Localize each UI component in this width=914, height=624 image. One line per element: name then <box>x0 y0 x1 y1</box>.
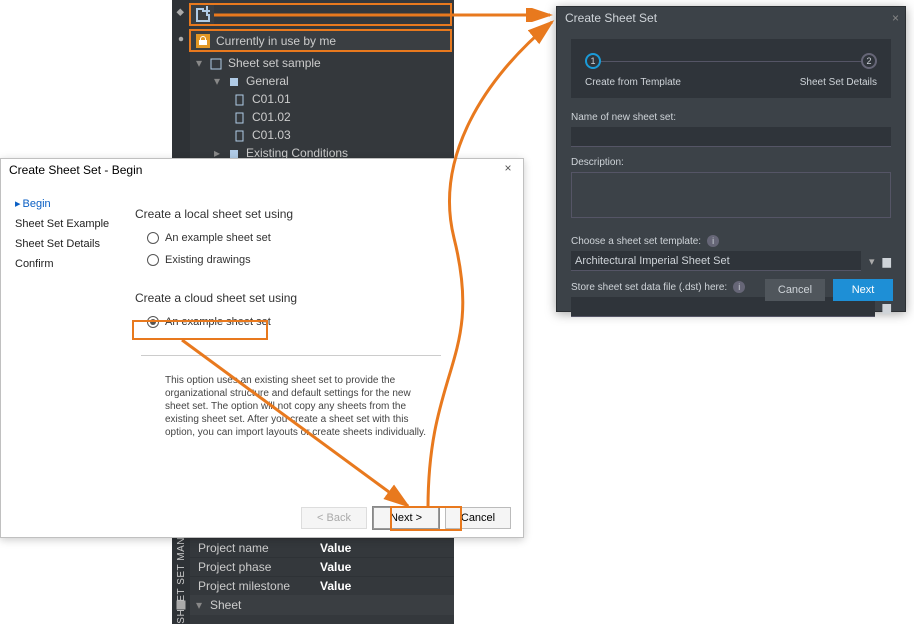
step-confirm[interactable]: Confirm <box>15 258 121 270</box>
wizard-stepper: 1 2 Create from Template Sheet Set Detai… <box>571 39 891 98</box>
tree-subset-general[interactable]: General <box>190 72 454 90</box>
radio-icon <box>147 254 159 266</box>
store-label: Store sheet set data file (.dst) here: <box>571 282 727 293</box>
sheet-set-name-input[interactable] <box>571 127 891 147</box>
subset-icon <box>228 146 240 158</box>
wizard-content: Create a local sheet set using An exampl… <box>121 183 523 503</box>
template-select[interactable] <box>571 251 861 271</box>
dialog-title: Create Sheet Set <box>565 11 657 25</box>
close-icon[interactable]: × <box>499 161 517 175</box>
sheet-set-tree[interactable]: Sheet set sample General C01.01 C01.02 C… <box>190 54 454 158</box>
dialog-title: Create Sheet Set - Begin <box>9 163 142 177</box>
in-use-label: Currently in use by me <box>216 34 336 48</box>
radio-icon <box>147 232 159 244</box>
prop-section-sheet[interactable]: Sheet <box>190 595 454 615</box>
step-node-2: 2 <box>861 53 877 69</box>
tree-sheet[interactable]: C01.01 <box>190 90 454 108</box>
sheet-set-properties: Project name Value Project phase Value P… <box>190 538 454 624</box>
next-button[interactable]: Next <box>833 279 893 301</box>
cancel-button[interactable]: Cancel <box>445 507 511 529</box>
template-label: Choose a sheet set template: <box>571 236 701 247</box>
dialog-buttons: Cancel Next <box>765 279 893 301</box>
tree-arrow-icon[interactable] <box>212 74 222 88</box>
tree-root[interactable]: Sheet set sample <box>190 54 454 72</box>
sheet-icon <box>234 92 246 106</box>
info-icon[interactable]: i <box>707 235 719 247</box>
sheet-icon <box>234 110 246 124</box>
back-button[interactable]: < Back <box>301 507 367 529</box>
tree-sheet[interactable]: C01.03 <box>190 126 454 144</box>
step-example[interactable]: Sheet Set Example <box>15 218 121 230</box>
tree-arrow-icon[interactable] <box>194 56 204 70</box>
radio-example-example-sheet-set-cloud[interactable]: An example sheet set <box>147 313 505 331</box>
wizard-steps-list: Begin Sheet Set Example Sheet Set Detail… <box>1 183 121 503</box>
info-icon[interactable]: i <box>733 281 745 293</box>
step-node-1: 1 <box>585 53 601 69</box>
vert-tab-item[interactable] <box>172 26 190 52</box>
sheet-set-icon <box>210 56 222 70</box>
tree-arrow-icon[interactable] <box>212 146 222 158</box>
next-button[interactable]: Next > <box>373 507 439 529</box>
step-label-2: Sheet Set Details <box>800 77 877 88</box>
create-sheet-set-begin-dialog: Create Sheet Set - Begin × Begin Sheet S… <box>0 158 524 538</box>
subset-icon <box>228 74 240 88</box>
prop-row[interactable]: Project phase Value <box>190 557 454 576</box>
sheet-icon <box>234 128 246 142</box>
description-label: Description: <box>571 157 891 168</box>
cancel-button[interactable]: Cancel <box>765 279 825 301</box>
tree-subset-existing[interactable]: Existing Conditions <box>190 144 454 158</box>
lock-icon <box>196 34 210 48</box>
prop-row[interactable]: Project name Value <box>190 538 454 557</box>
chevron-down-icon[interactable]: ▾ <box>869 255 875 268</box>
step-details[interactable]: Sheet Set Details <box>15 238 121 250</box>
panel-bottom-icon[interactable] <box>172 592 190 618</box>
create-sheet-set-button[interactable] <box>190 4 214 24</box>
browse-location-icon[interactable]: ▆ <box>883 301 891 314</box>
local-sheet-set-heading: Create a local sheet set using <box>135 207 505 221</box>
prop-row[interactable]: Project milestone Value <box>190 576 454 595</box>
name-label: Name of new sheet set: <box>571 112 891 123</box>
browse-template-icon[interactable]: ▆ <box>883 255 891 268</box>
close-icon[interactable]: × <box>892 11 899 25</box>
pin-icon[interactable] <box>172 0 190 26</box>
step-begin[interactable]: Begin <box>15 197 121 210</box>
option-explanation: This option uses an existing sheet set t… <box>141 355 441 439</box>
in-use-row[interactable]: Currently in use by me <box>190 30 452 52</box>
radio-icon <box>147 316 159 328</box>
chevron-down-icon <box>194 598 204 612</box>
dialog-title-bar: Create Sheet Set × <box>557 7 905 31</box>
dialog-buttons: < Back Next > Cancel <box>301 507 511 529</box>
radio-example-sheet-set-local[interactable]: An example sheet set <box>147 229 505 247</box>
description-textarea[interactable] <box>571 172 891 218</box>
cloud-sheet-set-heading: Create a cloud sheet set using <box>135 291 505 305</box>
create-sheet-set-cloud-dialog: Create Sheet Set × 1 2 Create from Templ… <box>556 6 906 312</box>
dialog-title-bar: Create Sheet Set - Begin × <box>1 159 523 183</box>
radio-existing-drawings[interactable]: Existing drawings <box>147 251 505 269</box>
tree-sheet[interactable]: C01.02 <box>190 108 454 126</box>
step-label-1: Create from Template <box>585 77 681 88</box>
